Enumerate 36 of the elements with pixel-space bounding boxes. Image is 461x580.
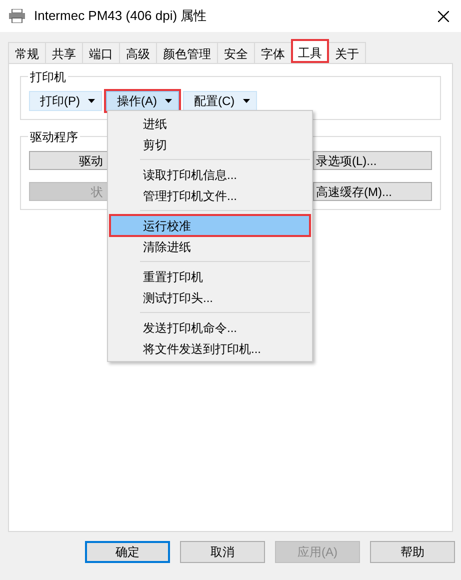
tab[interactable]: 工具 <box>291 39 329 63</box>
tab[interactable]: 共享 <box>45 42 83 63</box>
menu-item[interactable]: 清除进纸 <box>110 236 310 257</box>
tab[interactable]: 颜色管理 <box>156 42 218 63</box>
dialog-button[interactable]: 取消 <box>180 541 265 563</box>
group-title: 驱动程序 <box>28 128 80 146</box>
dialog-button[interactable]: 帮助 <box>370 541 455 563</box>
menu-item[interactable]: 剪切 <box>110 134 310 155</box>
menu-item[interactable]: 将文件发送到打印机... <box>110 338 310 359</box>
dropdown-button[interactable]: 打印(P) <box>29 91 102 111</box>
caret-icon <box>165 99 172 103</box>
menu-item[interactable]: 发送打印机命令... <box>110 317 310 338</box>
group-title: 打印机 <box>28 68 68 86</box>
caret-icon <box>242 99 250 103</box>
menu-item[interactable]: 读取打印机信息... <box>110 164 310 185</box>
printer-icon <box>8 9 26 23</box>
menu-item[interactable]: 进纸 <box>110 113 310 134</box>
close-icon[interactable] <box>438 10 449 22</box>
dialog-button[interactable]: 确定 <box>85 541 170 563</box>
dialog-button: 应用(A) <box>275 541 360 563</box>
driver-button[interactable]: 录选项(L)... <box>313 151 432 170</box>
dropdown-button[interactable]: 配置(C) <box>183 91 257 111</box>
dropdown-button[interactable]: 操作(A) <box>106 91 179 111</box>
tab[interactable]: 关于 <box>328 42 366 63</box>
driver-button[interactable]: 驱动 <box>29 151 108 170</box>
driver-button[interactable]: 高速缓存(M)... <box>313 182 432 201</box>
tab[interactable]: 字体 <box>254 42 292 63</box>
driver-button: 状 <box>29 182 108 201</box>
menu-item[interactable]: 运行校准 <box>110 215 310 236</box>
caret-icon <box>88 99 95 103</box>
menu-item[interactable]: 重置打印机 <box>110 266 310 287</box>
menu-item[interactable]: 测试打印头... <box>110 287 310 308</box>
menu-item[interactable]: 管理打印机文件... <box>110 185 310 206</box>
tab[interactable]: 常规 <box>8 42 46 63</box>
tab[interactable]: 安全 <box>217 42 255 63</box>
window-title: Intermec PM43 (406 dpi) 属性 <box>34 7 208 26</box>
